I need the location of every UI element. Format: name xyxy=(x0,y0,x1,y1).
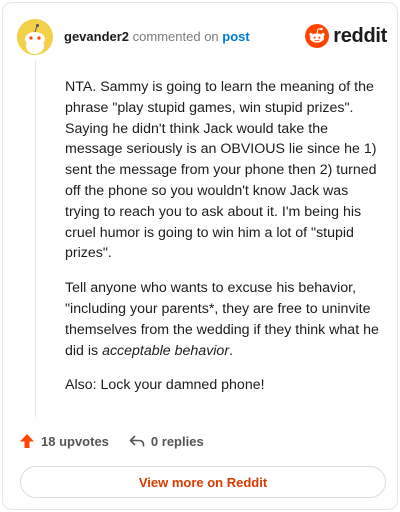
reddit-logo[interactable]: reddit xyxy=(305,23,387,49)
snoo-avatar-icon xyxy=(17,19,53,55)
comment-actions: 18 upvotes 0 replies xyxy=(19,431,224,451)
comment-paragraph-3: Also: Lock your damned phone! xyxy=(65,377,265,394)
byline: gevander2 commented on post xyxy=(64,29,250,45)
comment-body: NTA. Sammy is going to learn the meaning… xyxy=(65,77,383,410)
comment-header: gevander2 commented on post reddit xyxy=(17,17,387,55)
comment-paragraph-2-tail: . xyxy=(229,342,234,359)
comment-embed-card: gevander2 commented on post reddit NTA. … xyxy=(2,2,398,510)
thread-line xyxy=(35,61,36,417)
post-link[interactable]: post xyxy=(222,29,249,44)
upvote-button[interactable]: 18 upvotes xyxy=(19,433,109,449)
reply-count: 0 replies xyxy=(150,433,204,449)
action-text: commented on xyxy=(132,29,219,44)
reply-button[interactable]: 0 replies xyxy=(129,433,204,449)
reddit-alien-icon xyxy=(305,24,330,48)
comment-paragraph-1: NTA. Sammy is going to learn the meaning… xyxy=(65,79,377,262)
username-link[interactable]: gevander2 xyxy=(64,29,129,44)
upvote-arrow-icon xyxy=(20,434,34,448)
comment-emphasis: acceptable behavior xyxy=(102,342,230,359)
upvote-count: 18 upvotes xyxy=(41,433,109,449)
reply-arrow-icon xyxy=(129,435,145,447)
avatar[interactable] xyxy=(17,19,53,55)
reddit-wordmark: reddit xyxy=(333,24,387,47)
view-more-button[interactable]: View more on Reddit xyxy=(20,466,386,498)
comment-paragraph-2: Tell anyone who wants to excuse his beha… xyxy=(65,278,383,361)
